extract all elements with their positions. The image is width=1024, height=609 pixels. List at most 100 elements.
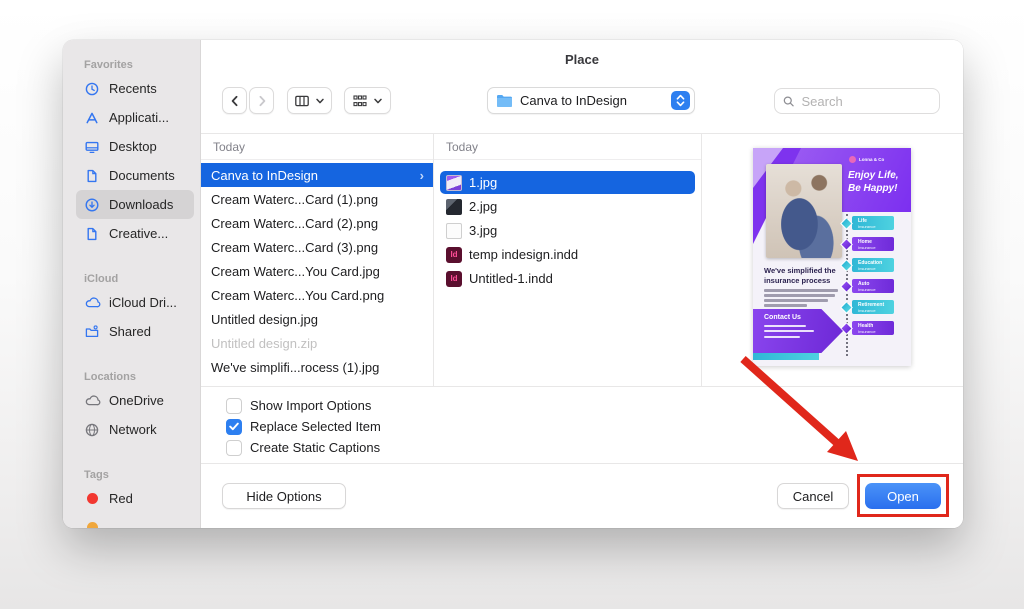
sidebar-section-favorites: Favorites [84, 56, 194, 74]
flyer-logo-mark [849, 156, 856, 163]
sidebar-item-downloads[interactable]: Downloads [76, 190, 194, 219]
file-row[interactable]: Untitled design.jpg [201, 307, 433, 331]
sidebar-item-label: Shared [109, 324, 151, 339]
footer-divider [201, 463, 963, 464]
file-row-2jpg[interactable]: 2.jpg [440, 195, 695, 218]
location-value: Canva to InDesign [520, 93, 671, 108]
columns-view-icon [294, 93, 310, 109]
file-row[interactable]: Cream Waterc...Card (2).png [201, 211, 433, 235]
sidebar-item-icloud-drive[interactable]: iCloud Dri... [76, 288, 194, 317]
place-dialog: Favorites Recents Applicati... Desktop D… [63, 40, 963, 528]
sidebar-item-label: Documents [109, 168, 175, 183]
file-list: Canva to InDesign › Cream Waterc...Card … [201, 160, 433, 386]
chevron-down-icon [315, 96, 325, 106]
jpg-thumbnail-icon [446, 223, 462, 239]
checkbox-unchecked[interactable] [226, 398, 242, 414]
file-row-clipped[interactable]: We've simplifi...rocess.jpg [201, 379, 433, 386]
file-name: Cream Waterc...You Card.jpg [211, 264, 380, 279]
file-row[interactable]: Cream Waterc...Card (3).png [201, 235, 433, 259]
flyer-contact-block: Contact Us [753, 309, 843, 353]
sidebar-spacer [76, 248, 194, 270]
sidebar-item-desktop[interactable]: Desktop [76, 132, 194, 161]
checkbox-checked[interactable] [226, 419, 242, 435]
checkbox-label: Replace Selected Item [250, 419, 381, 434]
jpg-thumbnail-icon [446, 199, 462, 215]
file-row[interactable]: Cream Waterc...You Card.jpg [201, 259, 433, 283]
flyer-subheading: We've simplified the insurance process [764, 266, 846, 285]
diamond-bullet-icon [842, 302, 852, 312]
file-row[interactable]: Cream Waterc...You Card.png [201, 283, 433, 307]
sidebar-item-onedrive[interactable]: OneDrive [76, 386, 194, 415]
file-row-3jpg[interactable]: 3.jpg [440, 219, 695, 242]
option-show-import-options: Show Import Options [226, 395, 381, 416]
annotation-highlight-rectangle [857, 474, 949, 517]
file-row-canva-to-indesign[interactable]: Canva to InDesign › [201, 163, 433, 187]
file-row-1jpg[interactable]: 1.jpg [440, 171, 695, 194]
flyer-family-photo [766, 164, 842, 258]
flyer-timeline-item: HomeInsurance [852, 237, 894, 251]
sidebar-item-creative[interactable]: Creative... [76, 219, 194, 248]
sidebar-item-shared[interactable]: Shared [76, 317, 194, 346]
sidebar-item-label: Network [109, 422, 157, 437]
sidebar: Favorites Recents Applicati... Desktop D… [63, 40, 201, 528]
location-dropdown[interactable]: Canva to InDesign [487, 87, 695, 114]
flyer-headline: Enjoy Life, Be Happy! [848, 170, 899, 195]
file-column-1: Today Canva to InDesign › Cream Waterc..… [201, 134, 434, 386]
globe-icon [83, 422, 101, 438]
sidebar-item-documents[interactable]: Documents [76, 161, 194, 190]
sidebar-item-recents[interactable]: Recents [76, 74, 194, 103]
search-icon [783, 95, 795, 108]
cancel-button[interactable]: Cancel [777, 483, 849, 509]
sidebar-item-tag-red[interactable]: Red [76, 484, 194, 513]
options-divider [201, 386, 963, 387]
checkbox-unchecked[interactable] [226, 440, 242, 456]
flyer-timeline-item: RetirementInsurance [852, 300, 894, 314]
indesign-file-icon: Id [446, 247, 462, 263]
hide-options-button[interactable]: Hide Options [222, 483, 346, 509]
group-by-button[interactable] [344, 87, 391, 114]
file-row[interactable]: We've simplifi...rocess (1).jpg [201, 355, 433, 379]
file-row-disabled: Untitled design.zip [201, 331, 433, 355]
forward-button[interactable] [249, 87, 274, 114]
shared-folder-icon [83, 324, 101, 340]
back-button[interactable] [222, 87, 247, 114]
file-name: Cream Waterc...You Card.png [211, 288, 384, 303]
applications-icon [83, 110, 101, 126]
file-name: Untitled design.jpg [211, 312, 318, 327]
sidebar-item-applications[interactable]: Applicati... [76, 103, 194, 132]
downloads-icon [83, 197, 101, 213]
file-name: Cream Waterc...Card (2).png [211, 216, 378, 231]
file-row-untitled-indd[interactable]: Id Untitled-1.indd [440, 267, 695, 290]
indesign-file-icon: Id [446, 271, 462, 287]
flyer-timeline: LifeInsurance HomeInsurance EducationIns… [852, 216, 894, 342]
search-field[interactable] [774, 88, 940, 114]
orange-tag-icon [83, 522, 101, 528]
sidebar-item-label: Desktop [109, 139, 157, 154]
sidebar-item-label: Downloads [109, 197, 173, 212]
file-name: We've simplifi...rocess (1).jpg [211, 360, 379, 375]
flyer-body-text [764, 289, 838, 309]
chevron-left-icon [228, 94, 242, 108]
file-name: Untitled design.zip [211, 336, 317, 351]
chevron-right-icon [255, 94, 269, 108]
search-input[interactable] [800, 93, 931, 110]
option-replace-selected-item: Replace Selected Item [226, 416, 381, 437]
checkbox-label: Create Static Captions [250, 440, 380, 455]
file-row-temp-indesign[interactable]: Id temp indesign.indd [440, 243, 695, 266]
file-row[interactable]: Cream Waterc...Card (1).png [201, 187, 433, 211]
file-name: 3.jpg [469, 223, 497, 238]
flyer-timeline-item: HealthInsurance [852, 321, 894, 335]
sidebar-item-tag-orange[interactable] [76, 513, 194, 528]
flyer-logo: Lonna & Co [849, 156, 884, 163]
desktop-background: Favorites Recents Applicati... Desktop D… [0, 0, 1024, 609]
checkbox-label: Show Import Options [250, 398, 371, 413]
desktop-icon [83, 139, 101, 155]
view-mode-button[interactable] [287, 87, 332, 114]
sidebar-item-network[interactable]: Network [76, 415, 194, 444]
sidebar-item-label: OneDrive [109, 393, 164, 408]
flyer-preview-image: Lonna & Co Enjoy Life, Be Happy! LifeIns… [753, 148, 911, 366]
cloud-icon [83, 295, 101, 311]
dropdown-stepper-icon [671, 91, 690, 110]
dialog-title: Place [201, 52, 963, 67]
file-name: 2.jpg [469, 199, 497, 214]
